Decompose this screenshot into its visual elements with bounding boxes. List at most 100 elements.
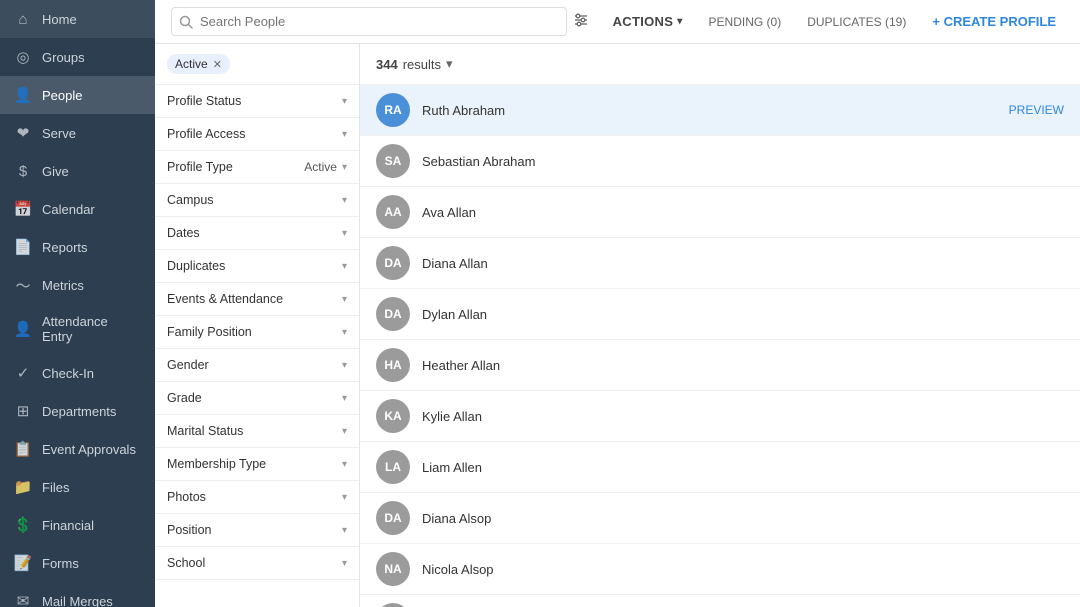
- filters-panel: Active ✕ Profile Status ▾ Profile Access…: [155, 44, 360, 607]
- filter-group-dates: Dates ▾: [155, 217, 359, 250]
- table-row[interactable]: RA Ruth Abraham PREVIEW: [360, 85, 1080, 136]
- chevron-down-icon: ▾: [342, 195, 347, 206]
- search-input[interactable]: [171, 7, 567, 36]
- filter-row[interactable]: Profile Access ▾: [155, 118, 359, 150]
- sidebar-item-label: Calendar: [42, 202, 95, 217]
- sidebar-item-serve[interactable]: ❤ Serve: [0, 114, 155, 152]
- people-list: RA Ruth Abraham PREVIEW SA Sebastian Abr…: [360, 85, 1080, 607]
- sidebar-item-label: People: [42, 88, 82, 103]
- main-content: ACTIONS ▾ PENDING (0) DUPLICATES (19) + …: [155, 0, 1080, 607]
- results-header: 344 results ▾: [360, 44, 1080, 85]
- people-icon: 👤: [14, 86, 32, 104]
- table-row[interactable]: AA Ava Allan: [360, 187, 1080, 238]
- filter-label: Grade: [167, 391, 202, 405]
- sidebar-item-give[interactable]: $ Give: [0, 152, 155, 190]
- sidebar-item-label: Give: [42, 164, 69, 179]
- groups-icon: ◎: [14, 48, 32, 66]
- topbar-actions: ACTIONS ▾ PENDING (0) DUPLICATES (19) + …: [605, 9, 1064, 34]
- sidebar-item-label: Event Approvals: [42, 442, 136, 457]
- sidebar-item-people[interactable]: 👤 People: [0, 76, 155, 114]
- table-row[interactable]: SA Sebastian Abraham: [360, 136, 1080, 187]
- filter-label: Family Position: [167, 325, 252, 339]
- filter-row[interactable]: Family Position ▾: [155, 316, 359, 348]
- preview-label[interactable]: PREVIEW: [1009, 103, 1064, 117]
- sidebar-item-departments[interactable]: ⊞ Departments: [0, 392, 155, 430]
- filter-row[interactable]: Profile Type Active ▾: [155, 151, 359, 183]
- filter-label: Photos: [167, 490, 206, 504]
- table-row[interactable]: DA Diana Alsop: [360, 493, 1080, 544]
- avatar: DA: [376, 501, 410, 535]
- calendar-icon: 📅: [14, 200, 32, 218]
- sidebar-item-event-approvals[interactable]: 📋 Event Approvals: [0, 430, 155, 468]
- sidebar-item-attendance-entry[interactable]: 👤 Attendance Entry: [0, 304, 155, 354]
- chevron-down-icon: ▾: [342, 294, 347, 305]
- filter-row[interactable]: Duplicates ▾: [155, 250, 359, 282]
- filter-group-duplicates: Duplicates ▾: [155, 250, 359, 283]
- filter-row[interactable]: Marital Status ▾: [155, 415, 359, 447]
- create-profile-button[interactable]: + CREATE PROFILE: [924, 9, 1064, 34]
- table-row[interactable]: DA Dylan Allan: [360, 289, 1080, 340]
- sidebar-item-financial[interactable]: 💲 Financial: [0, 506, 155, 544]
- avatar: NA: [376, 552, 410, 586]
- avatar: SA: [376, 144, 410, 178]
- chevron-down-icon: ▾: [342, 129, 347, 140]
- results-dropdown-icon[interactable]: ▾: [446, 56, 453, 72]
- filter-group-marital-status: Marital Status ▾: [155, 415, 359, 448]
- filter-row[interactable]: Events & Attendance ▾: [155, 283, 359, 315]
- filter-group-family-position: Family Position ▾: [155, 316, 359, 349]
- actions-button[interactable]: ACTIONS ▾: [605, 9, 691, 34]
- filter-row[interactable]: Membership Type ▾: [155, 448, 359, 480]
- sidebar-item-files[interactable]: 📁 Files: [0, 468, 155, 506]
- filter-row[interactable]: Photos ▾: [155, 481, 359, 513]
- filter-row[interactable]: Grade ▾: [155, 382, 359, 414]
- attendance-icon: 👤: [14, 320, 32, 338]
- filter-label: Campus: [167, 193, 214, 207]
- filter-row[interactable]: Campus ▾: [155, 184, 359, 216]
- table-row[interactable]: HA Heather Allan: [360, 340, 1080, 391]
- chevron-down-icon: ▾: [342, 459, 347, 470]
- sidebar: ⌂ Home ◎ Groups 👤 People ❤ Serve $ Give …: [0, 0, 155, 607]
- filter-row[interactable]: School ▾: [155, 547, 359, 579]
- metrics-icon: 〜: [14, 276, 32, 294]
- filter-icon-button[interactable]: [567, 8, 595, 35]
- sidebar-item-calendar[interactable]: 📅 Calendar: [0, 190, 155, 228]
- filter-label: Membership Type: [167, 457, 266, 471]
- sidebar-item-label: Departments: [42, 404, 116, 419]
- sidebar-item-forms[interactable]: 📝 Forms: [0, 544, 155, 582]
- filter-row[interactable]: Position ▾: [155, 514, 359, 546]
- chevron-down-icon: ▾: [342, 360, 347, 371]
- person-name: Ava Allan: [422, 205, 476, 220]
- sidebar-item-reports[interactable]: 📄 Reports: [0, 228, 155, 266]
- sidebar-item-label: Files: [42, 480, 69, 495]
- active-filter-bar: Active ✕: [155, 44, 359, 85]
- person-name: Liam Allen: [422, 460, 482, 475]
- sidebar-item-check-in[interactable]: ✓ Check-In: [0, 354, 155, 392]
- results-count: 344: [376, 57, 398, 72]
- table-row[interactable]: KA Kylie Allan: [360, 391, 1080, 442]
- avatar: RA: [376, 93, 410, 127]
- table-row[interactable]: SA Steven Alsop: [360, 595, 1080, 607]
- give-icon: $: [14, 162, 32, 180]
- filter-group-grade: Grade ▾: [155, 382, 359, 415]
- chevron-down-icon: ▾: [342, 393, 347, 404]
- files-icon: 📁: [14, 478, 32, 496]
- sidebar-item-home[interactable]: ⌂ Home: [0, 0, 155, 38]
- filter-group-events-attendance: Events & Attendance ▾: [155, 283, 359, 316]
- filter-row[interactable]: Dates ▾: [155, 217, 359, 249]
- filter-label: Gender: [167, 358, 209, 372]
- table-row[interactable]: DA Diana Allan: [360, 238, 1080, 289]
- filter-row[interactable]: Profile Status ▾: [155, 85, 359, 117]
- sidebar-item-mail-merges[interactable]: ✉ Mail Merges: [0, 582, 155, 607]
- remove-active-filter-button[interactable]: ✕: [213, 58, 222, 71]
- filter-section-profile-access: Profile Access ▾: [155, 118, 359, 151]
- table-row[interactable]: LA Liam Allen: [360, 442, 1080, 493]
- sidebar-item-groups[interactable]: ◎ Groups: [0, 38, 155, 76]
- avatar: HA: [376, 348, 410, 382]
- duplicates-button[interactable]: DUPLICATES (19): [799, 10, 914, 34]
- filter-row[interactable]: Gender ▾: [155, 349, 359, 381]
- group-filter-sections: Campus ▾ Dates ▾ Duplicates ▾ Events & A…: [155, 184, 359, 580]
- pending-button[interactable]: PENDING (0): [701, 10, 790, 34]
- table-row[interactable]: NA Nicola Alsop: [360, 544, 1080, 595]
- avatar: DA: [376, 246, 410, 280]
- sidebar-item-metrics[interactable]: 〜 Metrics: [0, 266, 155, 304]
